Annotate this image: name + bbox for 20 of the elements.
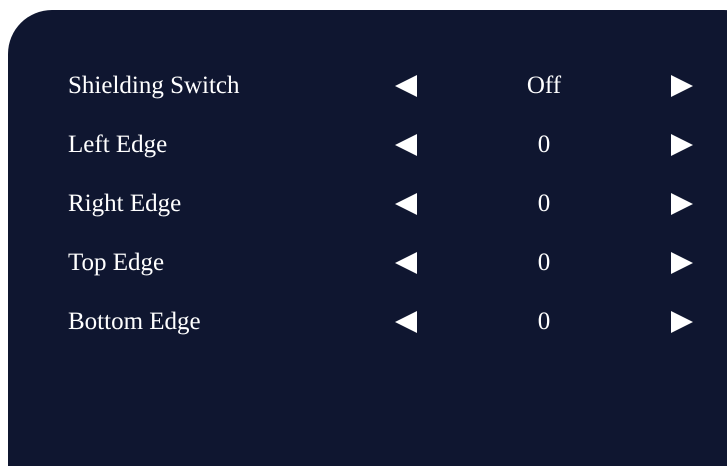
setting-label: Left Edge xyxy=(68,130,168,158)
setting-label: Top Edge xyxy=(68,248,166,276)
setting-label: Right Edge xyxy=(68,190,182,218)
setting-value: Off xyxy=(526,72,562,100)
setting-value: 0 xyxy=(536,190,552,218)
left-arrow-icon[interactable] xyxy=(395,310,417,332)
setting-label: Bottom Edge xyxy=(68,308,202,336)
left-arrow-icon[interactable] xyxy=(395,74,417,96)
right-arrow-icon[interactable] xyxy=(671,252,693,274)
right-arrow-icon[interactable] xyxy=(671,310,693,332)
setting-value: 0 xyxy=(536,248,552,276)
setting-value: 0 xyxy=(536,308,552,336)
right-arrow-icon[interactable] xyxy=(671,74,693,96)
left-arrow-icon[interactable] xyxy=(395,134,417,156)
left-arrow-icon[interactable] xyxy=(395,192,417,214)
setting-label: Shielding Switch xyxy=(68,72,241,100)
right-arrow-icon[interactable] xyxy=(671,192,693,214)
left-arrow-icon[interactable] xyxy=(395,252,417,274)
right-arrow-icon[interactable] xyxy=(671,134,693,156)
setting-value: 0 xyxy=(536,130,552,158)
